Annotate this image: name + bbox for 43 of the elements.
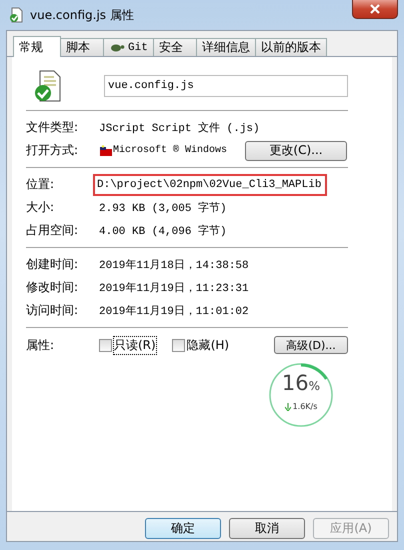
dialog-button[interactable]: 取消 [229,518,305,539]
tab[interactable]: 详细信息 [196,38,256,56]
close-button[interactable] [352,0,398,19]
field-value: 4.00 KB (4,096 字节) [99,224,227,238]
turtle-icon [109,43,125,52]
tab[interactable]: 常规 [13,36,61,57]
dialog-button[interactable]: 确定 [145,518,221,539]
field-label: 占用空间: [26,222,80,239]
checkbox[interactable]: 只读(R) [99,336,156,354]
field-label: 访问时间: [26,302,80,319]
checkbox-box[interactable] [172,338,185,352]
file-name-field[interactable]: vue.config.js [104,75,348,97]
field-value: 2.93 KB (3,005 字节) [99,200,227,215]
change-button[interactable]: 更改(C)... [245,140,347,160]
application-icon [99,144,113,156]
field-label: 大小: [26,199,56,216]
field-value: 2019年11月19日，11:23:31 [99,281,249,295]
checkbox-box[interactable] [99,338,112,352]
field-label: 位置: [26,176,56,193]
tab[interactable]: 以前的版本 [254,38,327,56]
field-value: D:\project\02npm\02Vue_Cli3_MAPLib [93,174,328,196]
application-name: Microsoft ® Windows [113,145,228,156]
tab[interactable]: Git [103,38,154,56]
field-label: 文件类型: [26,119,80,136]
tab[interactable]: 脚本 [60,38,104,56]
progress-ring [267,361,335,429]
field-value: 2019年11月18日，14:38:58 [99,258,249,272]
advanced-button[interactable]: 高级(D)... [274,336,348,354]
window-title: vue.config.js 属性 [30,6,134,24]
percent-text: 16% [280,371,322,395]
checkbox[interactable]: 隐藏(H) [172,336,230,354]
speed-text: 1.6K/s [292,402,318,411]
field-label: 修改时间: [26,279,80,296]
field-value: JScript Script 文件 (.js) [99,120,260,135]
field-label: 创建时间: [26,256,80,273]
field-label: 打开方式: [26,142,80,159]
speed-widget[interactable]: 16% 1.6K/s [267,361,335,429]
close-icon [369,4,381,14]
tab[interactable]: 安全 [152,38,197,56]
script-file-icon [8,7,24,23]
field-value: 2019年11月19日，11:01:02 [99,304,249,318]
down-arrow-icon [284,402,291,410]
field-label: 属性: [26,336,56,354]
